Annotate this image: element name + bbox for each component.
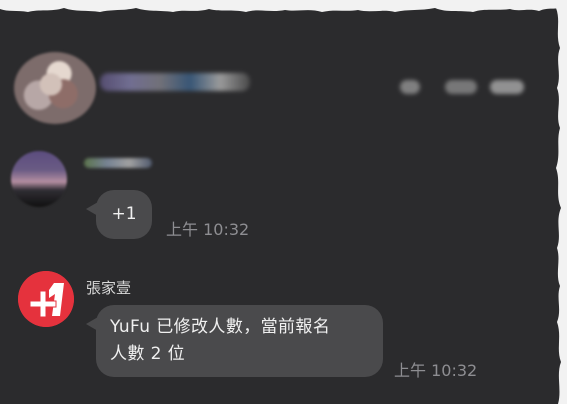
blurred-text-fragment	[490, 80, 524, 94]
sender-name: 張家壹	[86, 279, 132, 297]
message-text-line: YuFu 已修改人數，當前報名	[110, 317, 331, 337]
blurred-sender-name	[84, 158, 152, 168]
blurred-text-fragment	[400, 80, 420, 94]
chat-window: +1 上午 10:32 張家壹 YuFu 已修改人數，當前報名 人數 2 位 上…	[0, 0, 567, 404]
message-text: +1	[111, 204, 137, 225]
message-bubble[interactable]: YuFu 已修改人數，當前報名 人數 2 位	[86, 305, 383, 377]
plus-one-logo-icon[interactable]	[18, 271, 74, 327]
blurred-sender-name	[100, 73, 250, 91]
message-timestamp: 上午 10:32	[166, 220, 250, 239]
blurred-text-fragment	[445, 80, 477, 94]
message-bubble[interactable]: +1	[86, 190, 152, 239]
message-timestamp: 上午 10:32	[394, 361, 478, 380]
message-text-line: 人數 2 位	[110, 344, 186, 365]
blurred-avatar[interactable]	[14, 52, 96, 124]
previous-message-header	[0, 40, 567, 130]
blurred-avatar[interactable]	[11, 151, 67, 207]
